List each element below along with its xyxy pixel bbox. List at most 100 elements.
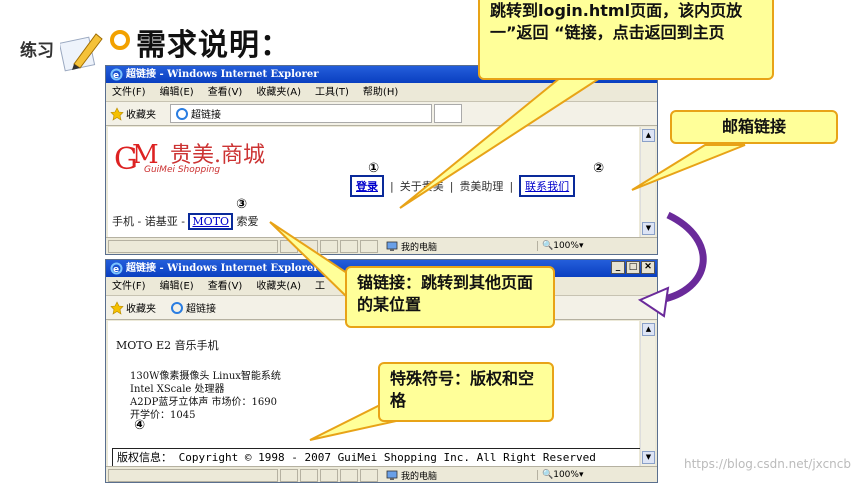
marker-3: ③ xyxy=(236,197,248,212)
curved-arrow-icon xyxy=(659,211,707,304)
page-title: 需求说明： xyxy=(136,28,291,63)
magnifier-icon: 🔍 xyxy=(542,470,554,480)
product-heading: MOTO E2 音乐手机 xyxy=(116,339,219,352)
status-cell xyxy=(108,468,278,482)
scroll-up-icon[interactable]: ▲ xyxy=(642,323,655,336)
bullet-icon xyxy=(110,30,130,50)
marker-4: ④ xyxy=(134,418,146,433)
marker-2: ② xyxy=(593,161,605,176)
ie-tab-icon xyxy=(176,107,188,120)
menu-file[interactable]: 文件(F) xyxy=(112,277,146,295)
ie-icon: e xyxy=(110,262,123,275)
anchor-callout: 锚链接：跳转到其他页面的某位置 xyxy=(345,266,555,328)
status-cell xyxy=(340,468,358,482)
computer-icon xyxy=(386,241,398,251)
ie-icon: e xyxy=(110,68,123,81)
guimei-logo-icon: G M xyxy=(114,140,159,177)
scroll-up-icon[interactable]: ▲ xyxy=(642,129,655,142)
moto-anchor-link[interactable]: MOTO xyxy=(188,213,234,230)
about-link[interactable]: 关于贵美 xyxy=(400,178,444,194)
status-cell xyxy=(320,239,338,253)
star-icon xyxy=(110,106,124,121)
star-icon xyxy=(110,300,124,315)
zone-indicator: 我的电脑 xyxy=(386,240,437,253)
vertical-scrollbar[interactable]: ▲ ▼ xyxy=(640,127,655,237)
tab-label: 超链接 xyxy=(186,304,216,315)
watermark: https://blog.csdn.net/jxcncb xyxy=(683,457,851,471)
phone-brand-row: 手机 - 诺基亚 - MOTO 索爱 xyxy=(112,213,259,230)
tab-label: 超链接 xyxy=(191,110,221,121)
menu-bar: 文件(F) 编辑(E) 查看(V) 收藏夹(A) 工具(T) 帮助(H) xyxy=(106,83,657,102)
favorites-label: 收藏夹 xyxy=(126,304,156,315)
tab-hyperlink[interactable]: 超链接 xyxy=(170,300,216,315)
scroll-down-icon[interactable]: ▼ xyxy=(642,451,655,464)
assistant-link[interactable]: 贵美助理 xyxy=(459,178,503,194)
zoom-control[interactable]: 🔍 100% ▾ xyxy=(537,470,584,480)
maximize-icon[interactable]: □ xyxy=(626,261,640,274)
page-content-2: MOTO E2 音乐手机 130W像素摄像头 Linux智能系统 Intel X… xyxy=(108,321,642,468)
vertical-scrollbar[interactable]: ▲ ▼ xyxy=(640,321,655,466)
status-cell xyxy=(280,239,298,253)
chevron-down-icon: ▾ xyxy=(578,470,584,480)
login-link[interactable]: 登录 xyxy=(350,175,384,197)
svg-text:e: e xyxy=(113,265,119,275)
chevron-down-icon: ▾ xyxy=(578,241,584,251)
top-nav: 登录 | 关于贵美 | 贵美助理 | 联系我们 xyxy=(350,175,576,197)
status-cell xyxy=(340,239,358,253)
menu-edit[interactable]: 编辑(E) xyxy=(160,277,194,295)
ie-tab-icon xyxy=(171,301,183,314)
copyright-line: 版权信息： Copyright © 1998 - 2007 GuiMei Sho… xyxy=(112,448,642,468)
close-icon[interactable]: ✕ xyxy=(641,261,655,274)
status-cell xyxy=(320,468,338,482)
status-bar: 我的电脑 🔍 100% ▾ xyxy=(106,237,657,254)
nav-separator: | xyxy=(509,179,514,193)
page-content-1: G M 贵美.商城 GuiMei Shopping ① ② 登录 | 关于贵美 … xyxy=(108,127,639,237)
mail-callout: 邮箱链接 xyxy=(670,110,838,144)
favorites-bar: 收藏夹 超链接 xyxy=(106,102,657,126)
menu-tools[interactable]: 工 xyxy=(315,277,325,295)
menu-file[interactable]: 文件(F) xyxy=(112,83,146,101)
magnifier-icon: 🔍 xyxy=(542,241,554,251)
status-cell xyxy=(360,468,378,482)
status-cell xyxy=(280,468,298,482)
status-bar: 我的电脑 🔍 100% ▾ xyxy=(106,466,657,482)
status-cell xyxy=(300,468,318,482)
menu-favorites[interactable]: 收藏夹(A) xyxy=(256,83,301,101)
contact-link[interactable]: 联系我们 xyxy=(519,175,576,197)
svg-text:e: e xyxy=(113,71,119,81)
status-cell xyxy=(300,239,318,253)
status-cell xyxy=(108,239,278,253)
menu-favorites[interactable]: 收藏夹(A) xyxy=(256,277,301,295)
login-callout: 跳转到login.html页面，该内页放一”返回 “链接，点击返回到主页 xyxy=(478,0,774,80)
menu-help[interactable]: 帮助(H) xyxy=(363,83,398,101)
favorites-button[interactable]: 收藏夹 xyxy=(110,106,156,121)
phone-suffix: 索爱 xyxy=(233,215,259,228)
scroll-down-icon[interactable]: ▼ xyxy=(642,222,655,235)
zone-indicator: 我的电脑 xyxy=(386,469,437,482)
zone-label: 我的电脑 xyxy=(401,471,438,482)
nav-separator: | xyxy=(449,179,454,193)
window-controls: _ □ ✕ xyxy=(611,261,655,274)
window-title: 超链接 - Windows Internet Explorer xyxy=(126,69,319,80)
marker-1: ① xyxy=(368,161,380,176)
computer-icon xyxy=(386,470,398,480)
minimize-icon[interactable]: _ xyxy=(611,261,625,274)
favorites-button[interactable]: 收藏夹 xyxy=(110,300,156,315)
zoom-control[interactable]: 🔍 100% ▾ xyxy=(537,241,584,251)
browser-window-1: e 超链接 - Windows Internet Explorer 文件(F) … xyxy=(105,65,658,255)
menu-edit[interactable]: 编辑(E) xyxy=(160,83,194,101)
status-cell xyxy=(360,239,378,253)
phone-prefix: 手机 - 诺基亚 - xyxy=(112,215,189,228)
new-tab-button[interactable] xyxy=(434,104,462,123)
menu-view[interactable]: 查看(V) xyxy=(208,277,243,295)
favorites-label: 收藏夹 xyxy=(126,110,156,121)
zoom-value: 100% xyxy=(553,470,579,480)
menu-tools[interactable]: 工具(T) xyxy=(315,83,349,101)
special-callout: 特殊符号：版权和空格 xyxy=(378,362,554,422)
menu-view[interactable]: 查看(V) xyxy=(208,83,243,101)
zoom-value: 100% xyxy=(553,241,579,251)
pencil-icon xyxy=(60,33,103,72)
tab-hyperlink[interactable]: 超链接 xyxy=(170,104,432,123)
zone-label: 我的电脑 xyxy=(401,242,438,253)
practice-badge: 练习 xyxy=(8,26,106,76)
